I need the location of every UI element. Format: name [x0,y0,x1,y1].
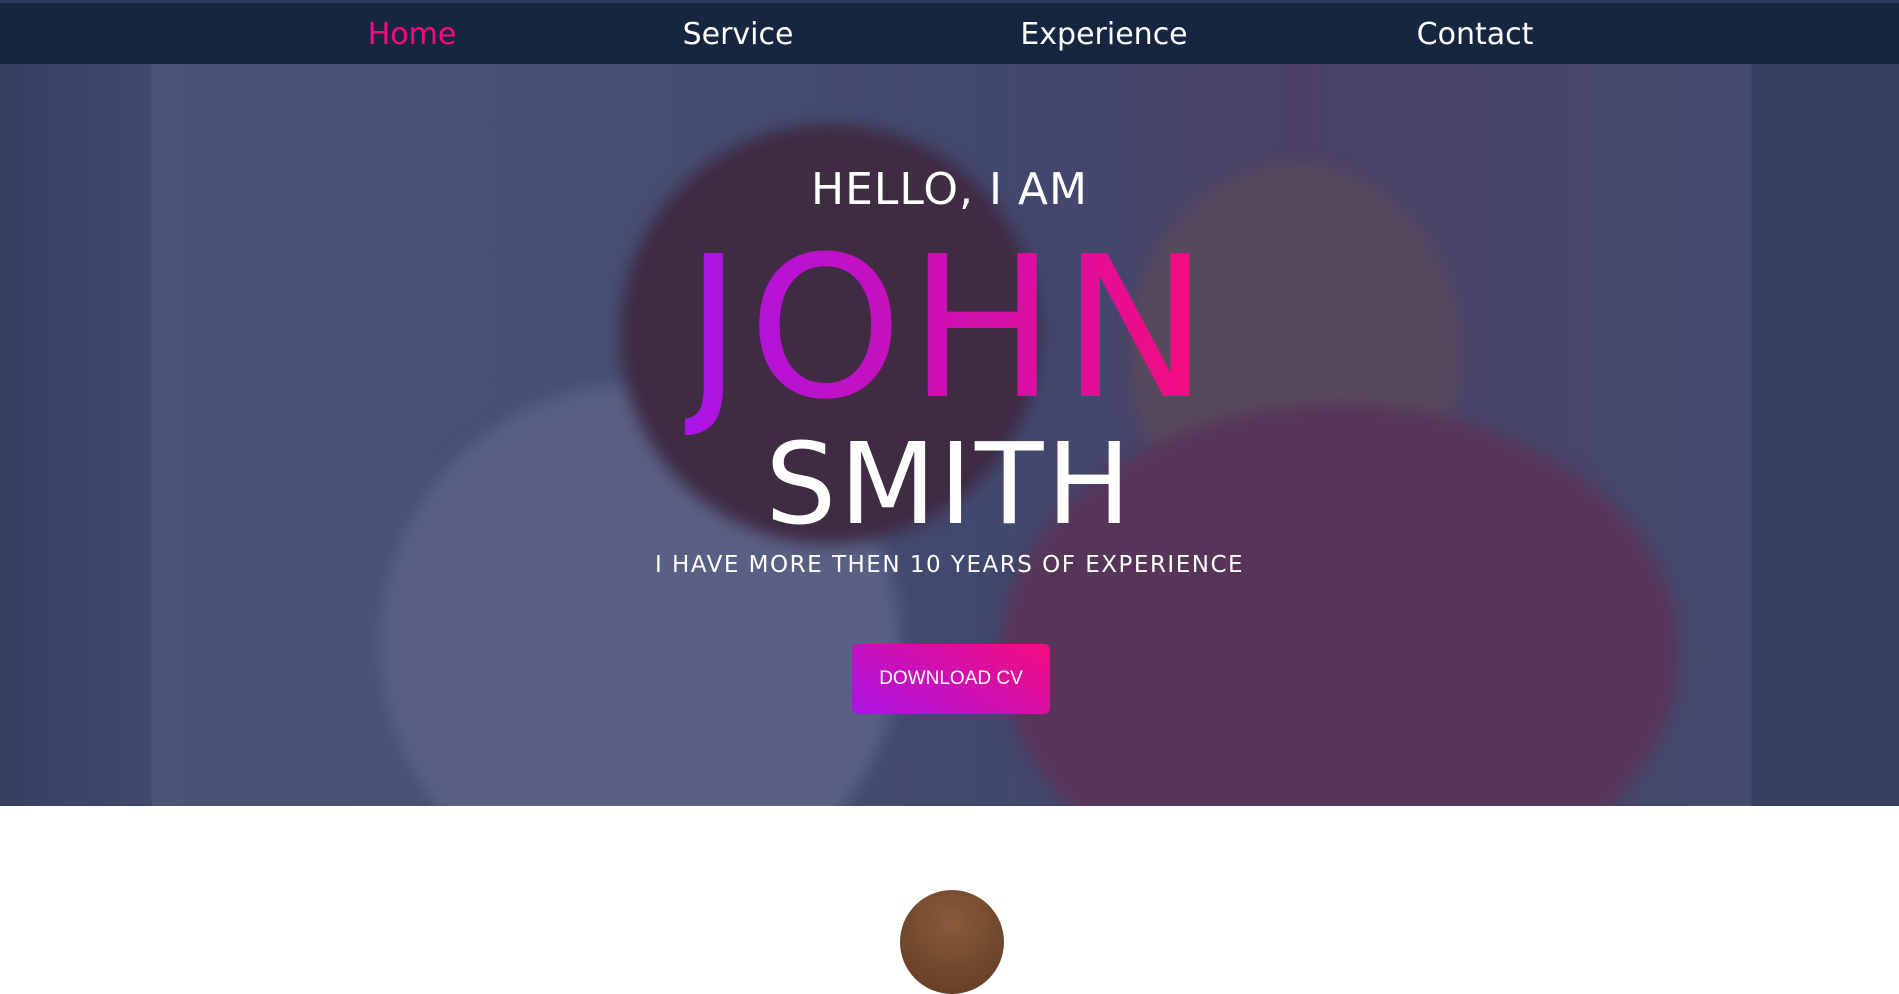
hero-greeting: HELLO, I AM [811,164,1088,215]
hero-last-name: SMITH [765,420,1134,550]
hero-first-name: JOHN [684,215,1215,443]
hero-tagline: I HAVE MORE THEN 10 YEARS OF EXPERIENCE [654,552,1245,578]
nav-experience[interactable]: Experience [1020,17,1187,52]
top-nav: Home Service Experience Contact [0,0,1899,64]
profile-avatar [900,890,1004,994]
hero-section: HELLO, I AM JOHN SMITH I HAVE MORE THEN … [0,64,1899,806]
nav-contact[interactable]: Contact [1417,17,1534,52]
nav-home[interactable]: Home [368,17,457,52]
download-cv-button[interactable]: DOWNLOAD CV [852,644,1050,714]
nav-service[interactable]: Service [683,17,794,52]
